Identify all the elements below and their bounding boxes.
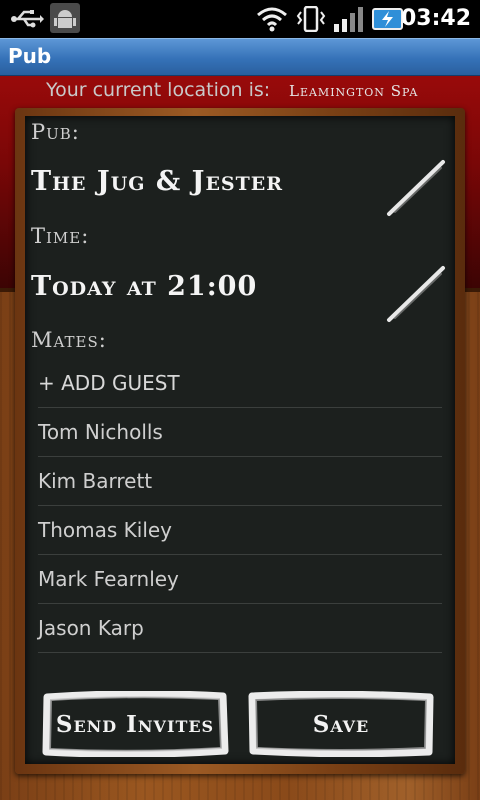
edit-pub-icon[interactable] xyxy=(385,156,447,218)
save-button[interactable]: Save xyxy=(247,691,435,757)
list-item[interactable]: Thomas Kiley xyxy=(38,506,442,555)
list-item[interactable]: Tom Nicholls xyxy=(38,408,442,457)
edit-time-icon[interactable] xyxy=(385,262,447,324)
pub-label: Pub: xyxy=(31,120,80,144)
list-item[interactable]: Mark Fearnley xyxy=(38,555,442,604)
page-title: Pub xyxy=(8,44,52,68)
save-label: Save xyxy=(312,710,370,738)
signal-icon xyxy=(334,7,363,32)
mates-list: + ADD GUEST Tom Nicholls Kim Barrett Tho… xyxy=(38,359,442,653)
status-clock: 03:42 xyxy=(400,6,471,31)
location-label: Your current location is: xyxy=(46,79,271,101)
list-item[interactable]: Kim Barrett xyxy=(38,457,442,506)
time-label: Time: xyxy=(31,224,90,248)
wifi-icon xyxy=(257,7,287,32)
list-item[interactable]: Jason Karp xyxy=(38,604,442,653)
add-guest-button[interactable]: + ADD GUEST xyxy=(38,359,442,408)
time-value[interactable]: Today at 21:00 xyxy=(31,271,257,302)
pub-value[interactable]: The Jug & Jester xyxy=(31,166,283,197)
android-debug-icon xyxy=(50,3,80,33)
status-bar: 03:42 xyxy=(0,0,480,38)
usb-icon xyxy=(11,10,44,28)
send-invites-label: Send Invites xyxy=(55,710,215,738)
location-value: Leamington Spa xyxy=(289,82,419,100)
mates-label: Mates: xyxy=(31,328,107,352)
vibrate-icon xyxy=(296,6,326,32)
location-row: Your current location is: Leamington Spa xyxy=(0,78,480,106)
send-invites-button[interactable]: Send Invites xyxy=(41,691,229,757)
app-title-bar: Pub xyxy=(0,38,480,76)
chalkboard: Pub: The Jug & Jester Time: Today at 21:… xyxy=(25,116,455,764)
